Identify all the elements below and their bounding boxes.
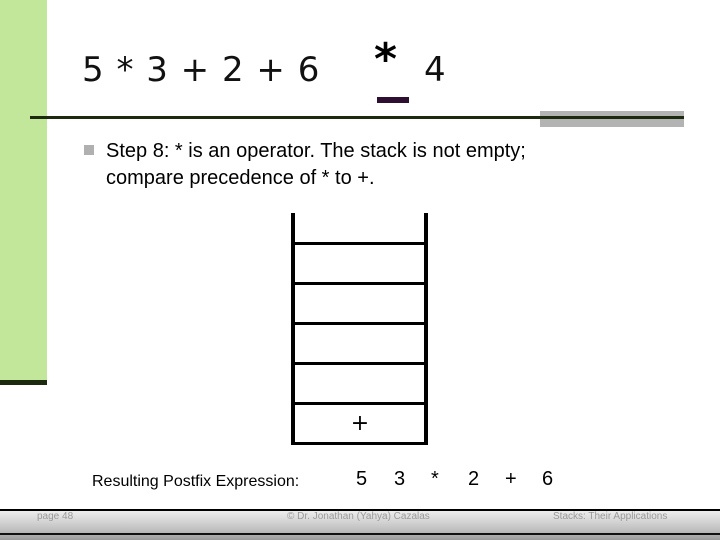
stack-cell-divider <box>293 362 427 365</box>
footer-bottom-line <box>0 533 720 535</box>
stack-item: + <box>350 411 370 436</box>
footer-topic: Stacks: Their Applications <box>553 511 668 522</box>
bullet-square-icon <box>84 145 94 155</box>
title-rule-accent <box>540 111 684 127</box>
result-label: Resulting Postfix Expression: <box>92 473 300 490</box>
infix-expression-remaining: 4 <box>424 50 446 90</box>
postfix-token: 6 <box>542 468 554 490</box>
postfix-token: 5 <box>356 468 368 490</box>
current-token-highlight: * <box>374 34 398 85</box>
stack-cell-divider <box>293 282 427 285</box>
sidebar-accent-bar-base <box>0 380 47 385</box>
sidebar-accent-bar <box>0 0 47 380</box>
step-description-line-2: compare precedence of * to +. <box>106 167 375 189</box>
title-divider <box>30 116 684 119</box>
postfix-token: * <box>431 468 439 490</box>
postfix-token: 3 <box>394 468 406 490</box>
stack-cell-divider <box>293 322 427 325</box>
current-token-underline <box>377 97 409 103</box>
postfix-token: 2 <box>468 468 480 490</box>
footer-page-number: page 48 <box>37 511 74 522</box>
step-description: Step 8: * is an operator. The stack is n… <box>106 138 706 192</box>
postfix-token: + <box>505 468 517 490</box>
step-description-line-1: Step 8: * is an operator. The stack is n… <box>106 140 526 162</box>
infix-expression-title: 5 * 3 + 2 + 6 <box>82 50 321 90</box>
footer-author: © Dr. Jonathan (Yahya) Cazalas <box>287 511 430 522</box>
stack-cell-divider <box>293 242 427 245</box>
